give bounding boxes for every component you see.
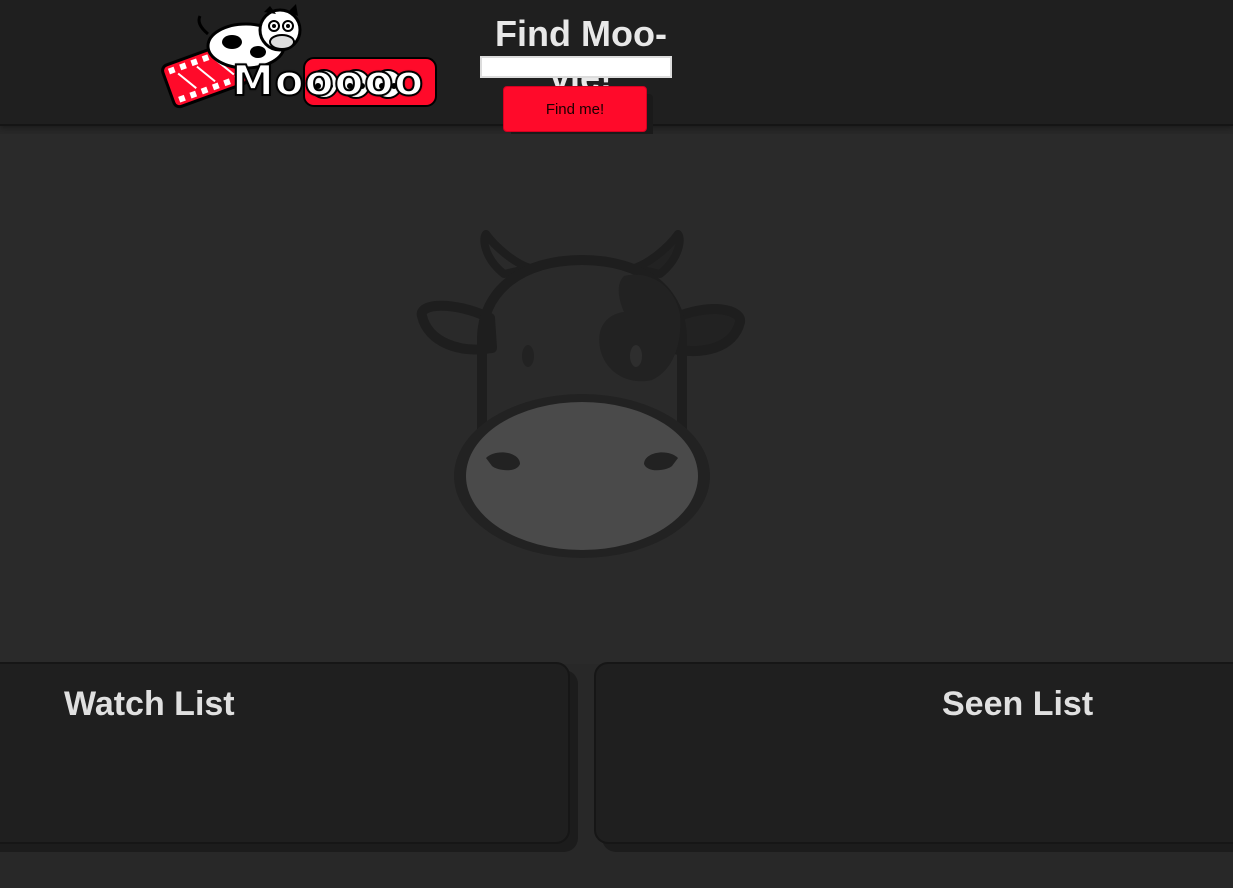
app-logo[interactable]: Mooooo (160, 4, 444, 114)
find-button[interactable]: Find me! (503, 86, 647, 132)
hero-banner (0, 134, 1233, 664)
search-input[interactable] (480, 56, 672, 78)
search-area: Find Moo-vie! Find me! (465, 8, 705, 142)
seen-list-title: Seen List (942, 685, 1094, 723)
watch-list-panel: Watch List (0, 662, 570, 844)
cow-face-icon (416, 230, 745, 558)
app-header: Mooooo Find Moo-vie! Find me! (0, 0, 1233, 142)
watch-list-title: Watch List (64, 685, 235, 723)
footer-strip (0, 856, 1233, 888)
page: Mooooo Find Moo-vie! Find me! (0, 0, 1233, 888)
logo-text: Mooooo (231, 55, 425, 106)
seen-list-panel: Seen List (594, 662, 1233, 844)
